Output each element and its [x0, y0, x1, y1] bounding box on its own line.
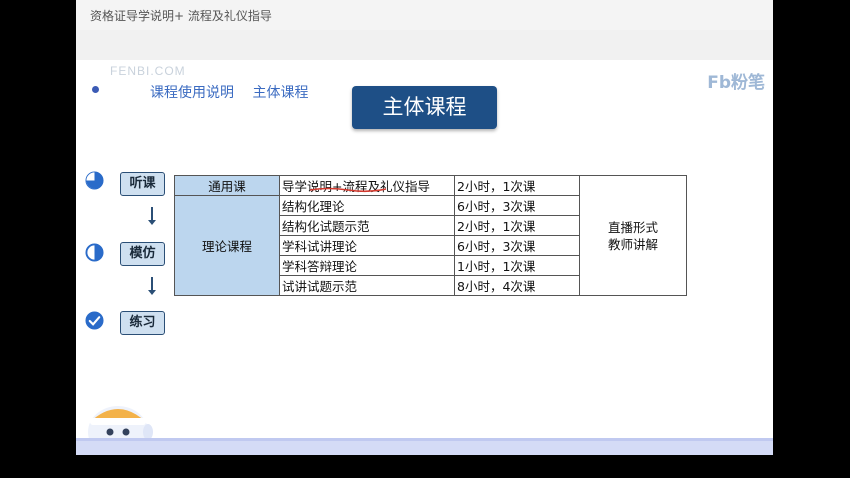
- title-bar: 资格证导学说明+ 流程及礼仪指导: [76, 0, 773, 30]
- course-name-cell: 结构化理论: [279, 195, 455, 216]
- course-table: 通用课 导学说明+流程及礼仪指导 2小时，1次课 直播形式 教师讲解 理论课程 …: [174, 175, 687, 296]
- half-circle-icon: [85, 243, 104, 262]
- delivery-form-line: 教师讲解: [607, 236, 658, 252]
- bullet-icon: [92, 86, 99, 93]
- course-name-cell: 试讲试题示范: [279, 275, 455, 296]
- course-hours-cell: 6小时，3次课: [454, 235, 580, 256]
- course-hours-cell: 1小时，1次课: [454, 255, 580, 276]
- category-cell: 通用课: [174, 175, 280, 196]
- step-button-imitate[interactable]: 模仿: [120, 242, 165, 266]
- toolbar-band: [76, 30, 773, 60]
- delivery-form-cell: 直播形式 教师讲解: [579, 175, 687, 296]
- check-circle-icon: [85, 311, 104, 330]
- course-hours-cell: 2小时，1次课: [454, 175, 580, 196]
- course-name-cell: 结构化试题示范: [279, 215, 455, 236]
- breadcrumb: 课程使用说明 主体课程: [150, 82, 322, 102]
- breadcrumb-item[interactable]: 课程使用说明: [150, 85, 234, 101]
- watermark: FENBI.COM: [110, 64, 186, 78]
- course-name-cell: 学科试讲理论: [279, 235, 455, 256]
- table-row: 通用课 导学说明+流程及礼仪指导 2小时，1次课 直播形式 教师讲解: [174, 175, 687, 296]
- fenbi-logo: Fb粉笔: [707, 73, 765, 93]
- slide-screen: 资格证导学说明+ 流程及礼仪指导 FENBI.COM Fb粉笔 课程使用说明 主…: [76, 0, 773, 455]
- category-cell: 理论课程: [174, 195, 280, 296]
- down-arrow-icon: [148, 207, 156, 225]
- breadcrumb-item[interactable]: 主体课程: [252, 85, 308, 101]
- main-title-button[interactable]: 主体课程: [352, 86, 497, 129]
- footer-band: [76, 438, 773, 455]
- half-pie-icon: [85, 171, 104, 190]
- step-button-listen[interactable]: 听课: [120, 172, 165, 196]
- course-hours-cell: 6小时，3次课: [454, 195, 580, 216]
- course-hours-cell: 8小时，4次课: [454, 275, 580, 296]
- red-underline-annotation: [309, 187, 387, 193]
- course-hours-cell: 2小时，1次课: [454, 215, 580, 236]
- down-arrow-icon: [148, 277, 156, 295]
- delivery-form-line: 直播形式: [607, 219, 658, 235]
- window-title: 资格证导学说明+ 流程及礼仪指导: [90, 9, 272, 23]
- course-name-cell: 学科答辩理论: [279, 255, 455, 276]
- step-button-practice[interactable]: 练习: [120, 311, 165, 335]
